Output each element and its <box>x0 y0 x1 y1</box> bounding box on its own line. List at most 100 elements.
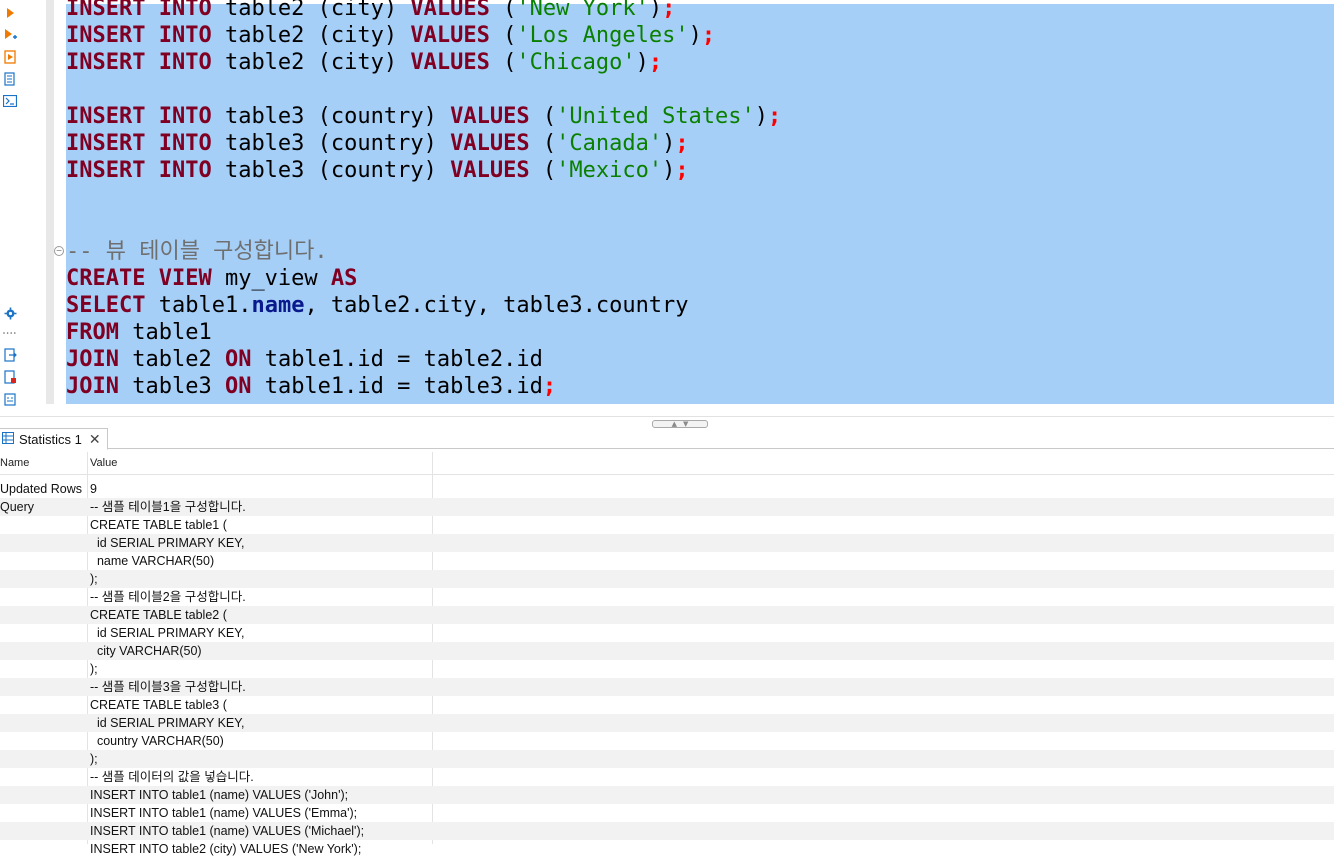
chevron-down-icon[interactable]: ▼ <box>683 420 688 428</box>
code-line[interactable]: -- 뷰 테이블 구성합니다. <box>66 238 781 265</box>
code-token: AS <box>330 266 358 291</box>
code-token: ) <box>754 104 769 129</box>
table-row[interactable]: Query -- 샘플 테이블1을 구성합니다. <box>0 498 1334 516</box>
code-token: -- 뷰 테이블 구성합니다. <box>66 239 328 264</box>
code-line[interactable]: CREATE VIEW my_view AS <box>66 265 781 292</box>
code-line[interactable]: INSERT INTO table2 (city) VALUES ('Los A… <box>66 22 781 49</box>
editor-toolbar <box>0 0 46 406</box>
code-line[interactable]: INSERT INTO table3 (country) VALUES ('Ca… <box>66 130 781 157</box>
code-line[interactable]: JOIN table2 ON table1.id = table2.id <box>66 346 781 373</box>
code-token: INSERT INTO <box>66 50 212 75</box>
cell-value[interactable]: INSERT INTO table1 (name) VALUES ('Emma'… <box>90 804 357 822</box>
code-line[interactable] <box>66 76 781 103</box>
code-token: , table2.city, table3.country <box>304 293 689 318</box>
table-row[interactable]: country VARCHAR(50) <box>0 732 1334 750</box>
sql-code[interactable]: INSERT INTO table2 (city) VALUES ('New Y… <box>66 0 781 400</box>
table-row[interactable]: INSERT INTO table1 (name) VALUES ('Micha… <box>0 822 1334 840</box>
cell-value[interactable]: country VARCHAR(50) <box>90 732 224 750</box>
code-token: ; <box>768 104 782 129</box>
table-row[interactable]: id SERIAL PRIMARY KEY, <box>0 534 1334 552</box>
cell-value[interactable]: CREATE TABLE table3 ( <box>90 696 227 714</box>
cell-value[interactable]: CREATE TABLE table1 ( <box>90 516 227 534</box>
code-line[interactable]: FROM table1 <box>66 319 781 346</box>
code-line[interactable]: SELECT table1.name, table2.city, table3.… <box>66 292 781 319</box>
open-console-icon[interactable] <box>3 94 17 108</box>
execute-script-icon[interactable] <box>3 50 17 64</box>
table-row[interactable]: city VARCHAR(50) <box>0 642 1334 660</box>
cell-value[interactable]: ); <box>90 570 98 588</box>
fold-collapse-icon[interactable]: − <box>54 246 64 256</box>
code-line[interactable]: JOIN table3 ON table1.id = table3.id; <box>66 373 781 400</box>
table-row[interactable]: name VARCHAR(50) <box>0 552 1334 570</box>
table-row[interactable]: INSERT INTO table2 (city) VALUES ('New Y… <box>0 840 1334 858</box>
table-row[interactable]: ); <box>0 570 1334 588</box>
table-row[interactable]: -- 샘플 테이블2을 구성합니다. <box>0 588 1334 606</box>
code-line[interactable]: INSERT INTO table2 (city) VALUES ('New Y… <box>66 0 781 22</box>
cell-value[interactable]: city VARCHAR(50) <box>90 642 202 660</box>
cell-value[interactable]: -- 샘플 데이터의 값을 넣습니다. <box>90 768 254 786</box>
code-line[interactable] <box>66 211 781 238</box>
cell-value[interactable]: INSERT INTO table1 (name) VALUES ('Micha… <box>90 822 364 840</box>
cell-value[interactable]: INSERT INTO table2 (city) VALUES ('New Y… <box>90 840 361 858</box>
cell-value[interactable]: id SERIAL PRIMARY KEY, <box>90 714 245 732</box>
cell-value[interactable]: CREATE TABLE table2 ( <box>90 606 227 624</box>
table-row[interactable]: -- 샘플 데이터의 값을 넣습니다. <box>0 768 1334 786</box>
table-row[interactable]: INSERT INTO table1 (name) VALUES ('John'… <box>0 786 1334 804</box>
table-row[interactable]: CREATE TABLE table2 ( <box>0 606 1334 624</box>
code-token: ; <box>675 131 689 156</box>
code-token: VALUES <box>410 50 490 75</box>
code-token: ( <box>529 158 557 183</box>
cell-value[interactable]: id SERIAL PRIMARY KEY, <box>90 624 245 642</box>
table-row[interactable]: CREATE TABLE table1 ( <box>0 516 1334 534</box>
table-row[interactable]: ); <box>0 660 1334 678</box>
cell-value[interactable]: INSERT INTO table1 (name) VALUES ('John'… <box>90 786 348 804</box>
table-row[interactable]: CREATE TABLE table3 ( <box>0 696 1334 714</box>
cell-value[interactable]: -- 샘플 테이블1을 구성합니다. <box>90 498 246 516</box>
code-token: VALUES <box>450 131 530 156</box>
column-header-name[interactable]: Name <box>0 452 29 474</box>
export-icon[interactable] <box>3 348 17 362</box>
more-icon[interactable] <box>3 326 17 340</box>
code-token: table2 (city) <box>211 23 411 48</box>
splitter-handle[interactable]: ▲ ▼ <box>652 420 708 428</box>
code-token: ( <box>489 50 517 75</box>
cell-value[interactable]: -- 샘플 테이블2을 구성합니다. <box>90 588 246 606</box>
code-token: ON <box>224 374 252 399</box>
variables-icon[interactable] <box>3 392 17 406</box>
cell-name[interactable]: Query <box>0 498 86 516</box>
tab-statistics[interactable]: Statistics 1 ✕ <box>0 428 108 450</box>
code-line[interactable]: INSERT INTO table3 (country) VALUES ('Me… <box>66 157 781 184</box>
cell-value[interactable]: name VARCHAR(50) <box>90 552 214 570</box>
cell-value[interactable]: -- 샘플 테이블3을 구성합니다. <box>90 678 246 696</box>
code-line[interactable]: INSERT INTO table3 (country) VALUES ('Un… <box>66 103 781 130</box>
explain-plan-icon[interactable] <box>3 72 17 86</box>
code-token: 'Canada' <box>556 131 663 156</box>
settings-icon[interactable] <box>3 306 17 320</box>
cell-value[interactable]: ); <box>90 750 98 768</box>
code-token: INSERT INTO <box>66 104 212 129</box>
code-token: table1.id = table3.id <box>251 374 543 399</box>
clear-icon[interactable] <box>3 370 17 384</box>
code-line[interactable] <box>66 184 781 211</box>
code-token: ( <box>489 23 517 48</box>
execute-in-new-tab-icon[interactable] <box>3 28 17 42</box>
chevron-up-icon[interactable]: ▲ <box>672 420 677 428</box>
cell-value[interactable]: 9 <box>90 480 97 498</box>
table-row[interactable]: ); <box>0 750 1334 768</box>
table-row[interactable]: INSERT INTO table1 (name) VALUES ('Emma'… <box>0 804 1334 822</box>
column-header-value[interactable]: Value <box>90 452 117 474</box>
code-token: ( <box>529 104 557 129</box>
close-icon[interactable]: ✕ <box>89 431 101 448</box>
cell-value[interactable]: ); <box>90 660 98 678</box>
cell-value[interactable]: id SERIAL PRIMARY KEY, <box>90 534 245 552</box>
execute-statement-icon[interactable] <box>3 6 17 20</box>
table-row[interactable]: id SERIAL PRIMARY KEY, <box>0 714 1334 732</box>
cell-name[interactable]: Updated Rows <box>0 480 86 498</box>
code-line[interactable]: INSERT INTO table2 (city) VALUES ('Chica… <box>66 49 781 76</box>
code-token: ) <box>648 0 663 21</box>
table-row[interactable]: Updated Rows 9 <box>0 480 1334 498</box>
code-token: table1. <box>145 293 252 318</box>
table-row[interactable]: -- 샘플 테이블3을 구성합니다. <box>0 678 1334 696</box>
sql-editor[interactable]: INSERT INTO table2 (city) VALUES ('New Y… <box>54 0 1334 416</box>
table-row[interactable]: id SERIAL PRIMARY KEY, <box>0 624 1334 642</box>
